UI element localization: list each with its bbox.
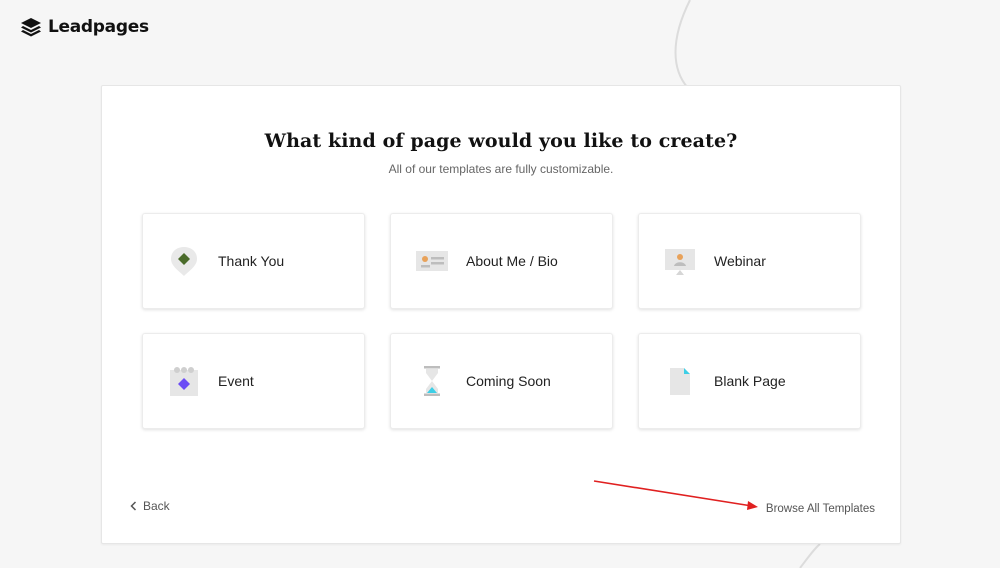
template-label: About Me / Bio: [466, 253, 558, 269]
template-label: Event: [218, 373, 254, 389]
template-event[interactable]: Event: [142, 333, 365, 429]
template-thank-you[interactable]: Thank You: [142, 213, 365, 309]
page-title: What kind of page would you like to crea…: [264, 130, 738, 152]
template-label: Blank Page: [714, 373, 786, 389]
logo-text: Leadpages: [48, 17, 149, 37]
create-page-dialog: What kind of page would you like to crea…: [101, 85, 901, 544]
template-label: Thank You: [218, 253, 285, 269]
browse-all-templates-link[interactable]: Browse All Templates: [766, 503, 875, 515]
layers-logo-icon: [21, 18, 41, 37]
calendar-icon: [170, 367, 198, 396]
page-subtitle: All of our templates are fully customiza…: [388, 162, 614, 176]
template-coming-soon[interactable]: Coming Soon: [390, 333, 613, 429]
template-about-me-bio[interactable]: About Me / Bio: [390, 213, 613, 309]
template-webinar[interactable]: Webinar: [638, 213, 861, 309]
page: Leadpages What kind of page would you li…: [0, 0, 1000, 568]
map-pin-icon: [171, 247, 197, 276]
template-blank-page[interactable]: Blank Page: [638, 333, 861, 429]
presentation-screen-icon: [665, 249, 695, 275]
back-button[interactable]: Back: [130, 499, 170, 513]
template-label: Webinar: [714, 253, 766, 269]
leadpages-logo[interactable]: Leadpages: [20, 17, 149, 37]
template-grid: Thank You About Me / Bio Webinar Event C…: [142, 213, 862, 429]
template-label: Coming Soon: [466, 373, 551, 389]
back-label: Back: [143, 499, 170, 513]
hourglass-icon: [424, 366, 440, 396]
chevron-left-icon: [130, 501, 137, 511]
blank-document-icon: [670, 368, 690, 395]
profile-card-icon: [416, 251, 448, 271]
